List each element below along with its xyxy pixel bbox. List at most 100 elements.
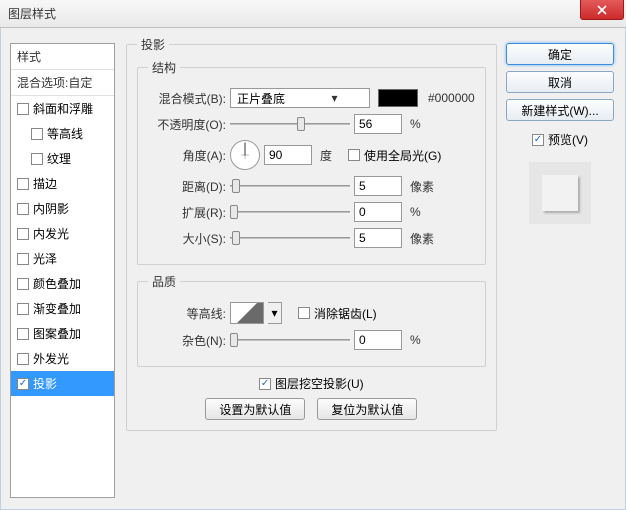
sidebar-item-label: 纹理 xyxy=(47,150,71,167)
quality-legend: 品质 xyxy=(148,273,180,290)
opacity-unit: % xyxy=(410,117,421,131)
sidebar-item-label: 颜色叠加 xyxy=(33,275,81,292)
noise-unit: % xyxy=(410,333,421,347)
style-checkbox[interactable] xyxy=(17,178,29,190)
antialias-label: 消除锯齿(L) xyxy=(314,305,377,322)
set-default-button[interactable]: 设置为默认值 xyxy=(205,398,305,420)
cancel-button[interactable]: 取消 xyxy=(506,71,614,93)
noise-slider[interactable] xyxy=(230,332,350,348)
style-checkbox[interactable] xyxy=(17,378,29,390)
contour-dropdown[interactable]: ▾ xyxy=(268,302,282,324)
style-checkbox[interactable] xyxy=(31,153,43,165)
preview-swatch xyxy=(542,175,578,211)
style-checkbox[interactable] xyxy=(31,128,43,140)
window-title: 图层样式 xyxy=(8,5,56,22)
sidebar-item[interactable]: 描边 xyxy=(11,171,114,196)
angle-dial[interactable] xyxy=(230,140,260,170)
distance-input[interactable] xyxy=(354,176,402,196)
ok-button[interactable]: 确定 xyxy=(506,43,614,65)
right-column: 确定 取消 新建样式(W)... 预览(V) xyxy=(506,43,614,224)
angle-input[interactable] xyxy=(264,145,312,165)
quality-group: 品质 等高线: ▾ 消除锯齿(L) 杂色(N): % xyxy=(137,273,486,367)
style-checkbox[interactable] xyxy=(17,228,29,240)
structure-group: 结构 混合模式(B): 正片叠底 ▾ #000000 不透明度(O): xyxy=(137,59,486,265)
antialias-checkbox[interactable] xyxy=(298,307,310,319)
sidebar-item[interactable]: 外发光 xyxy=(11,346,114,371)
main-panel: 投影 结构 混合模式(B): 正片叠底 ▾ #000000 不透明度(O): xyxy=(126,36,496,498)
angle-label: 角度(A): xyxy=(148,147,226,164)
spread-input[interactable] xyxy=(354,202,402,222)
blend-mode-label: 混合模式(B): xyxy=(148,90,226,107)
style-checkbox[interactable] xyxy=(17,103,29,115)
size-input[interactable] xyxy=(354,228,402,248)
color-swatch[interactable] xyxy=(378,89,418,107)
style-checkbox[interactable] xyxy=(17,328,29,340)
distance-label: 距离(D): xyxy=(148,178,226,195)
size-slider[interactable] xyxy=(230,230,350,246)
global-light-label: 使用全局光(G) xyxy=(364,147,441,164)
blend-mode-value: 正片叠底 xyxy=(231,90,300,107)
sidebar-item[interactable]: 图案叠加 xyxy=(11,321,114,346)
style-checkbox[interactable] xyxy=(17,203,29,215)
close-icon xyxy=(597,5,607,15)
sidebar-item-label: 渐变叠加 xyxy=(33,300,81,317)
style-checkbox[interactable] xyxy=(17,278,29,290)
new-style-button[interactable]: 新建样式(W)... xyxy=(506,99,614,121)
sidebar-item[interactable]: 等高线 xyxy=(11,121,114,146)
spread-unit: % xyxy=(410,205,421,219)
layer-style-dialog: 图层样式 样式 混合选项:自定 斜面和浮雕等高线纹理描边内阴影内发光光泽颜色叠加… xyxy=(0,0,626,510)
distance-slider[interactable] xyxy=(230,178,350,194)
sidebar-item[interactable]: 内阴影 xyxy=(11,196,114,221)
sidebar-item-label: 等高线 xyxy=(47,125,83,142)
sidebar-item-label: 内发光 xyxy=(33,225,69,242)
sidebar-item-label: 斜面和浮雕 xyxy=(33,100,93,117)
sidebar-item[interactable]: 颜色叠加 xyxy=(11,271,114,296)
knockout-checkbox[interactable] xyxy=(259,378,271,390)
preview-box xyxy=(529,162,591,224)
style-checkbox[interactable] xyxy=(17,303,29,315)
close-button[interactable] xyxy=(580,0,624,20)
sidebar-item-label: 光泽 xyxy=(33,250,57,267)
sidebar-header: 样式 xyxy=(11,44,114,70)
sidebar-item-label: 描边 xyxy=(33,175,57,192)
angle-unit: 度 xyxy=(320,147,332,164)
sidebar-item[interactable]: 内发光 xyxy=(11,221,114,246)
main-fieldset: 投影 结构 混合模式(B): 正片叠底 ▾ #000000 不透明度(O): xyxy=(126,36,497,431)
reset-default-button[interactable]: 复位为默认值 xyxy=(317,398,417,420)
spread-label: 扩展(R): xyxy=(148,204,226,221)
style-checkbox[interactable] xyxy=(17,353,29,365)
size-label: 大小(S): xyxy=(148,230,226,247)
chevron-down-icon: ▾ xyxy=(271,306,277,320)
panel-title: 投影 xyxy=(137,36,169,53)
sidebar-item[interactable]: 斜面和浮雕 xyxy=(11,96,114,121)
dialog-body: 样式 混合选项:自定 斜面和浮雕等高线纹理描边内阴影内发光光泽颜色叠加渐变叠加图… xyxy=(0,28,626,510)
knockout-label: 图层挖空投影(U) xyxy=(275,375,364,392)
style-checkbox[interactable] xyxy=(17,253,29,265)
sidebar-item-label: 图案叠加 xyxy=(33,325,81,342)
sidebar-item-label: 内阴影 xyxy=(33,200,69,217)
sidebar-item[interactable]: 纹理 xyxy=(11,146,114,171)
sidebar-item-label: 投影 xyxy=(33,375,57,392)
size-unit: 像素 xyxy=(410,230,434,247)
opacity-label: 不透明度(O): xyxy=(148,116,226,133)
sidebar-item-label: 外发光 xyxy=(33,350,69,367)
structure-legend: 结构 xyxy=(148,59,180,76)
contour-label: 等高线: xyxy=(148,305,226,322)
preview-checkbox[interactable] xyxy=(532,134,544,146)
styles-sidebar: 样式 混合选项:自定 斜面和浮雕等高线纹理描边内阴影内发光光泽颜色叠加渐变叠加图… xyxy=(10,43,115,498)
noise-label: 杂色(N): xyxy=(148,332,226,349)
opacity-slider[interactable] xyxy=(230,116,350,132)
titlebar: 图层样式 xyxy=(0,0,626,28)
sidebar-item[interactable]: 投影 xyxy=(11,371,114,396)
sidebar-item[interactable]: 光泽 xyxy=(11,246,114,271)
color-hex: #000000 xyxy=(428,91,475,105)
contour-picker[interactable] xyxy=(230,302,264,324)
spread-slider[interactable] xyxy=(230,204,350,220)
blend-mode-combo[interactable]: 正片叠底 ▾ xyxy=(230,88,370,108)
sidebar-item[interactable]: 渐变叠加 xyxy=(11,296,114,321)
blend-options-item[interactable]: 混合选项:自定 xyxy=(11,70,114,96)
global-light-checkbox[interactable] xyxy=(348,149,360,161)
opacity-input[interactable] xyxy=(354,114,402,134)
noise-input[interactable] xyxy=(354,330,402,350)
preview-label: 预览(V) xyxy=(548,131,588,148)
